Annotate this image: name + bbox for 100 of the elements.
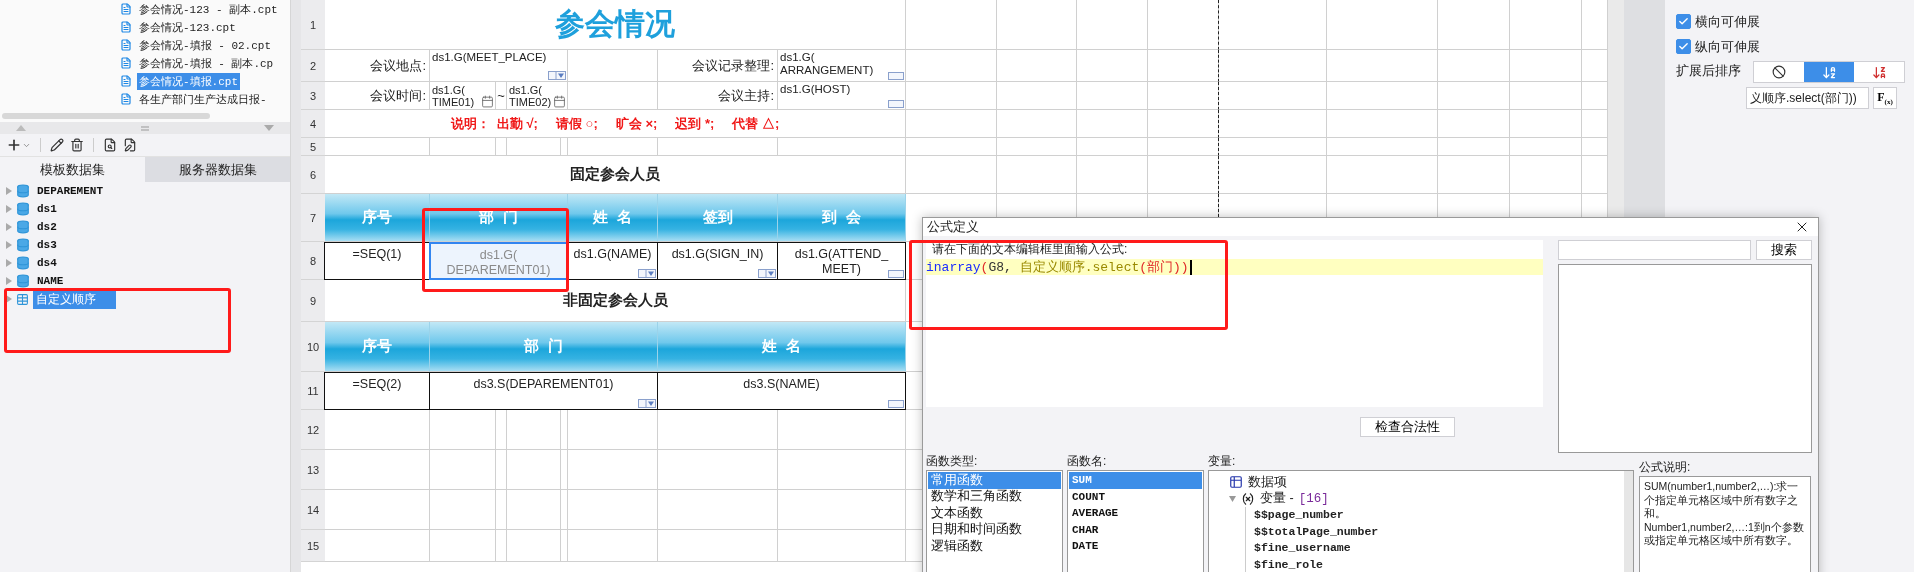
collapse-down-icon[interactable] [264,125,274,131]
empty-cell[interactable] [1218,156,1327,194]
empty-cell[interactable] [1327,110,1438,138]
empty-cell[interactable] [568,410,658,450]
expand-arrow-icon[interactable] [5,187,12,195]
empty-cell[interactable] [1218,110,1327,138]
tree-item[interactable]: ds1 [34,202,60,216]
row-number[interactable]: 9 [301,280,325,322]
list-item[interactable]: 日期和时间函数 [928,521,1061,538]
empty-cell[interactable] [1438,138,1510,156]
tree-item[interactable]: 数据项 [1248,473,1287,491]
tree-item[interactable]: ds3 [34,238,60,252]
empty-cell[interactable] [430,450,496,490]
row-number[interactable]: 14 [301,490,325,530]
empty-cell[interactable] [1077,138,1148,156]
empty-cell[interactable] [1077,82,1148,110]
checkbox[interactable] [1676,14,1691,29]
empty-cell[interactable] [997,110,1077,138]
tree-item[interactable]: $fine_role [1246,556,1624,572]
empty-cell[interactable] [496,530,507,562]
empty-cell[interactable] [1218,0,1327,50]
delete-icon[interactable] [70,138,84,152]
empty-cell[interactable] [778,450,906,490]
row-number[interactable]: 12 [301,410,325,450]
empty-cell[interactable] [1510,156,1582,194]
empty-cell[interactable] [568,450,658,490]
row-number[interactable]: 2 [301,50,325,82]
empty-cell[interactable] [997,156,1077,194]
tree-item[interactable]: $fine_username [1246,540,1624,557]
empty-cell[interactable] [1327,138,1438,156]
empty-cell[interactable] [1218,50,1327,82]
empty-cell[interactable] [561,450,568,490]
list-item[interactable]: AVERAGE [1069,505,1202,522]
expand-arrow-icon[interactable] [5,295,12,303]
empty-cell[interactable] [496,410,507,450]
empty-cell[interactable] [997,138,1077,156]
tree-item[interactable]: DEPAREMENT [34,184,106,198]
row-number[interactable]: 8 [301,242,325,280]
empty-cell[interactable] [1148,138,1219,156]
scrollbar-track[interactable] [1624,471,1633,572]
empty-cell[interactable] [561,490,568,530]
expand-arrow-icon[interactable] [5,241,12,249]
empty-cell[interactable] [906,138,997,156]
empty-cell[interactable] [1077,156,1148,194]
splitter-bar[interactable] [290,0,301,572]
empty-cell[interactable] [561,410,568,450]
row-number[interactable]: 13 [301,450,325,490]
row-number[interactable]: 3 [301,82,325,110]
collapse-up-icon[interactable] [16,125,26,131]
empty-cell[interactable] [997,82,1077,110]
formula-editor[interactable]: inarray(G8, 自定义顺序.select(部门)) [926,259,1543,407]
row-number[interactable]: 11 [301,372,325,410]
empty-cell[interactable] [507,490,561,530]
grip-icon[interactable] [141,125,149,131]
empty-cell[interactable] [561,138,568,156]
empty-cell[interactable] [778,530,906,562]
formula-button[interactable]: F$_{(x)}$ [1873,87,1897,109]
row-number[interactable]: 15 [301,530,325,562]
empty-cell[interactable] [568,138,658,156]
empty-cell[interactable] [430,490,496,530]
empty-cell[interactable] [778,410,906,450]
empty-cell[interactable] [1218,82,1327,110]
edit-icon[interactable] [50,138,64,152]
empty-cell[interactable] [1510,82,1582,110]
empty-cell[interactable] [1327,156,1438,194]
file-item[interactable]: 参会情况-123.cpt [137,18,238,36]
tree-item[interactable]: $$totalPage_number [1246,523,1624,540]
empty-cell[interactable] [507,138,561,156]
expand-arrow-icon[interactable] [5,259,12,267]
tree-item[interactable]: NAME [34,274,67,288]
search-field[interactable] [1558,240,1751,260]
list-item[interactable]: CHAR [1069,521,1202,538]
tab[interactable]: 服务器数据集 [145,157,290,182]
list-item[interactable]: 数学和三角函数 [928,488,1061,505]
add-icon[interactable] [6,137,22,153]
list-item[interactable]: 逻辑函数 [928,538,1061,555]
preview-icon[interactable] [103,138,117,152]
empty-cell[interactable] [1510,0,1582,50]
empty-cell[interactable] [1438,0,1510,50]
expand-arrow-icon[interactable] [5,223,12,231]
empty-cell[interactable] [1077,110,1148,138]
empty-cell[interactable] [1148,156,1219,194]
empty-cell[interactable] [1438,82,1510,110]
scrollbar-thumb[interactable] [2,113,210,119]
empty-cell[interactable] [430,138,496,156]
empty-cell[interactable] [1510,138,1582,156]
empty-cell[interactable] [568,530,658,562]
empty-cell[interactable] [658,530,778,562]
empty-cell[interactable] [778,138,906,156]
empty-cell[interactable] [507,450,561,490]
empty-cell[interactable] [1327,82,1438,110]
checkbox[interactable] [1676,39,1691,54]
search-button[interactable]: 搜索 [1756,240,1812,260]
list-item[interactable]: DATE [1069,538,1202,555]
empty-cell[interactable] [568,82,658,110]
empty-cell[interactable] [507,530,561,562]
empty-cell[interactable] [1077,0,1148,50]
file-item[interactable]: 参会情况-123 - 副本.cpt [137,0,280,18]
empty-cell[interactable] [906,110,997,138]
empty-cell[interactable] [1438,110,1510,138]
